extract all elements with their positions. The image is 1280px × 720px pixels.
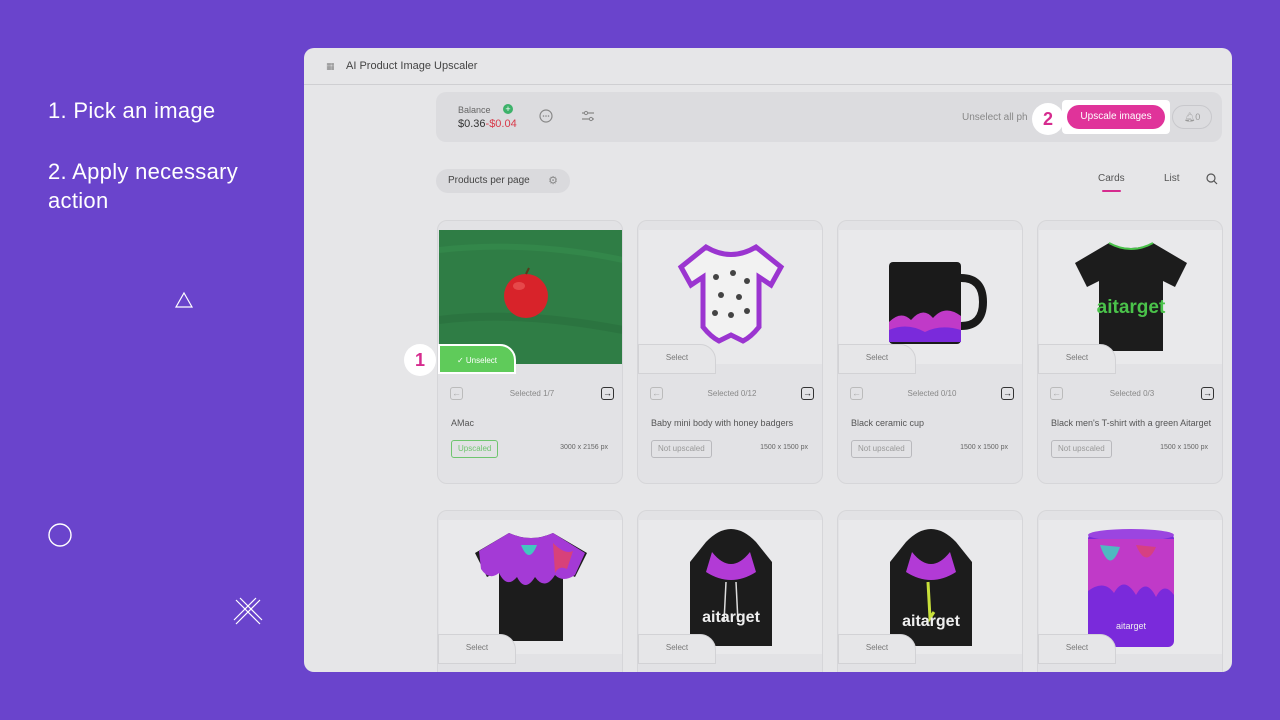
image-dimensions: 3000 x 2156 px: [560, 444, 608, 451]
product-card[interactable]: Select: [437, 510, 623, 672]
select-button[interactable]: Select: [838, 634, 916, 664]
upscale-highlight: Upscale images: [1062, 100, 1170, 134]
search-icon[interactable]: [1206, 173, 1218, 188]
image-dimensions: 1500 x 1500 px: [960, 444, 1008, 451]
status-badge: Not upscaled: [1051, 440, 1112, 458]
colorful-tshirt-image: [475, 533, 587, 641]
sliders-icon: ⚙︎: [548, 175, 558, 187]
select-button[interactable]: Select: [638, 344, 716, 374]
title-bar: ▦ AI Product Image Upscaler: [304, 48, 1232, 85]
balance-label: Balance: [458, 105, 491, 115]
settings-sliders-icon[interactable]: [580, 108, 596, 124]
product-card[interactable]: aitarget Select: [637, 510, 823, 672]
selection-row: ← Selected 0/12 →: [650, 387, 814, 401]
product-card[interactable]: Select ← Selected 0/10 → Black ceramic c…: [837, 220, 1023, 484]
balance-deduction: -$0.04: [485, 118, 517, 130]
baby-bodysuit-image: [677, 243, 785, 344]
tab-cards[interactable]: Cards: [1094, 173, 1129, 192]
app-window: ▦ AI Product Image Upscaler Balance + $0…: [304, 48, 1232, 672]
app-logo-icon: ▦: [326, 61, 335, 71]
arrow-right-icon[interactable]: →: [801, 387, 814, 400]
selection-row: ← Selected 0/10 →: [850, 387, 1014, 401]
notification-count: 0: [1195, 112, 1201, 122]
tab-cards-label: Cards: [1098, 173, 1125, 184]
select-button[interactable]: Select: [838, 344, 916, 374]
add-balance-button[interactable]: +: [503, 104, 513, 114]
step-badge-2: 2: [1032, 103, 1064, 135]
image-dimensions: 1500 x 1500 px: [760, 444, 808, 451]
colorful-can-image: aitarget: [1088, 529, 1174, 647]
select-button[interactable]: Select: [1038, 344, 1116, 374]
select-button[interactable]: Select: [438, 634, 516, 664]
bell-icon: 🔔︎: [1183, 112, 1196, 122]
product-card[interactable]: aitarget Select: [1037, 510, 1223, 672]
select-button[interactable]: Select: [1038, 634, 1116, 664]
aitarget-logo-text: aitarget: [902, 613, 960, 630]
black-hoodie-image: aitarget: [690, 529, 772, 646]
triangle-icon: [174, 291, 194, 308]
product-card[interactable]: Select ← Selected 0/12 → Baby mini body …: [637, 220, 823, 484]
status-badge: Upscaled: [451, 440, 499, 458]
selected-count: Selected 1/7: [509, 389, 555, 398]
upscale-images-button[interactable]: Upscale images: [1067, 105, 1165, 129]
products-per-page-label: Products per page: [448, 175, 530, 186]
black-tshirt-image: aitarget: [1075, 242, 1187, 351]
product-name: Black men's T-shirt with a green Aitarge…: [1051, 418, 1212, 428]
black-hoodie-image: aitarget: [890, 529, 972, 646]
product-card[interactable]: aitarget Select: [837, 510, 1023, 672]
window-title: AI Product Image Upscaler: [346, 60, 478, 72]
selected-count: Selected 0/3: [1109, 389, 1155, 398]
product-card[interactable]: aitarget Select ← Selected 0/3 → Black m…: [1037, 220, 1223, 484]
aitarget-logo-text: aitarget: [1116, 621, 1147, 631]
instructions: 1. Pick an image 2. Apply necessary acti…: [48, 96, 278, 215]
products-per-page-button[interactable]: Products per page ⚙︎: [436, 169, 570, 193]
selected-count: Selected 0/12: [707, 389, 757, 398]
chat-icon[interactable]: [538, 108, 554, 124]
balance-value: $0.36-$0.04: [458, 118, 517, 130]
cross-icon: [233, 597, 263, 625]
image-dimensions: 1500 x 1500 px: [1160, 444, 1208, 451]
product-name: AMac: [451, 418, 475, 428]
status-badge: Not upscaled: [651, 440, 712, 458]
arrow-right-icon[interactable]: →: [1001, 387, 1014, 400]
aitarget-logo-text: aitarget: [702, 609, 760, 626]
circle-icon: [48, 523, 72, 547]
product-name: Baby mini body with honey badgers: [651, 418, 794, 428]
toolbar: Balance + $0.36-$0.04 Unselect all ph Up…: [436, 92, 1222, 142]
product-card[interactable]: ✓ Unselect ← Selected 1/7 → AMac Upscale…: [437, 220, 623, 484]
arrow-right-icon[interactable]: →: [601, 387, 614, 400]
selection-row: ← Selected 0/3 →: [1050, 387, 1214, 401]
arrow-right-icon[interactable]: →: [1201, 387, 1214, 400]
selected-count: Selected 0/10: [907, 389, 957, 398]
selection-row: ← Selected 1/7 →: [450, 387, 614, 401]
tab-list[interactable]: List: [1164, 173, 1180, 184]
unselect-button[interactable]: ✓ Unselect: [438, 344, 516, 374]
unselect-all-link[interactable]: Unselect all ph: [962, 112, 1028, 123]
unselect-label: Unselect: [465, 356, 498, 365]
notifications-button[interactable]: 🔔︎0: [1172, 105, 1212, 129]
product-name: Black ceramic cup: [851, 418, 925, 428]
step-1-text: 1. Pick an image: [48, 98, 216, 123]
select-button[interactable]: Select: [638, 634, 716, 664]
status-badge: Not upscaled: [851, 440, 912, 458]
balance-amount: $0.36: [458, 118, 486, 130]
step-badge-1: 1: [404, 344, 436, 376]
step-2-text: 2. Apply necessary action: [48, 159, 239, 213]
aitarget-logo-text: aitarget: [1097, 297, 1166, 318]
black-mug-image: [889, 262, 988, 344]
